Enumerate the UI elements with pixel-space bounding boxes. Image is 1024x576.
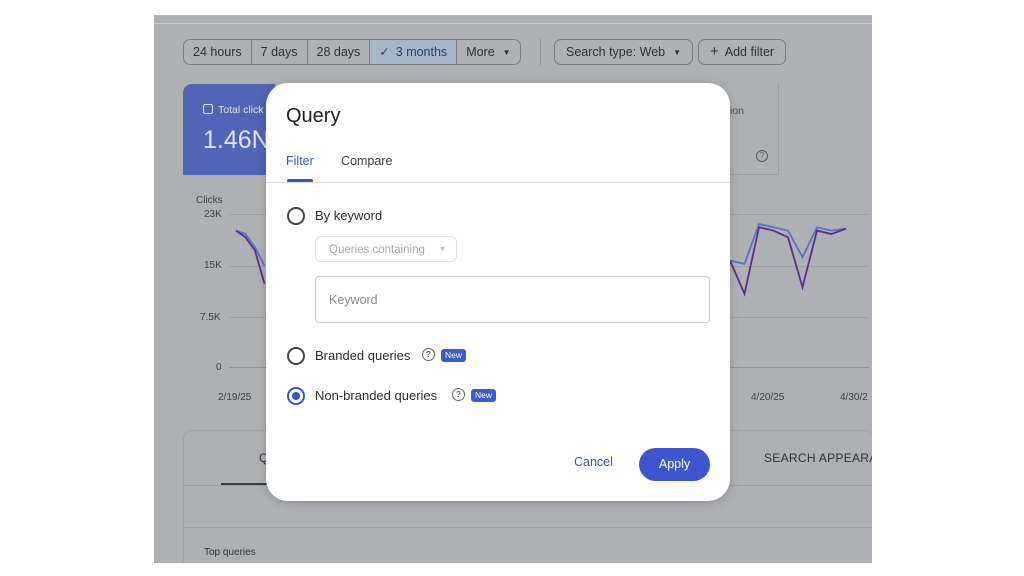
dialog-title: Query bbox=[286, 105, 341, 127]
help-icon[interactable]: ? bbox=[452, 388, 465, 401]
cancel-button[interactable]: Cancel bbox=[574, 455, 613, 469]
non-branded-queries-label: Non-branded queries bbox=[315, 388, 438, 403]
queries-select-value: Queries containing bbox=[329, 244, 425, 256]
caret-down-icon: ▼ bbox=[439, 246, 446, 253]
radio-non-branded-queries[interactable] bbox=[287, 387, 305, 405]
query-filter-dialog: Query Filter Compare By keyword Queries … bbox=[266, 83, 730, 501]
tab-compare[interactable]: Compare bbox=[341, 154, 392, 168]
series-line-series_a-left bbox=[235, 229, 266, 267]
series-line-series_b-right bbox=[729, 226, 847, 297]
radio-by-keyword[interactable] bbox=[287, 207, 305, 225]
by-keyword-label: By keyword bbox=[315, 208, 383, 223]
radio-branded-queries[interactable] bbox=[287, 347, 305, 365]
keyword-input[interactable] bbox=[315, 276, 710, 323]
help-icon[interactable]: ? bbox=[422, 348, 435, 361]
new-badge: New bbox=[441, 349, 467, 362]
tab-filter[interactable]: Filter bbox=[286, 154, 314, 168]
divider bbox=[266, 182, 730, 183]
series-line-series_a-right bbox=[729, 222, 847, 265]
apply-button[interactable]: Apply bbox=[639, 448, 710, 481]
new-badge: New bbox=[471, 389, 497, 402]
top-queries-header: Top queries bbox=[204, 547, 256, 558]
branded-queries-label: Branded queries bbox=[315, 348, 411, 363]
tab-search-appearance[interactable]: SEARCH APPEARANC bbox=[764, 451, 872, 465]
queries-containing-select[interactable]: Queries containing ▼ bbox=[315, 236, 457, 262]
divider bbox=[184, 527, 872, 528]
